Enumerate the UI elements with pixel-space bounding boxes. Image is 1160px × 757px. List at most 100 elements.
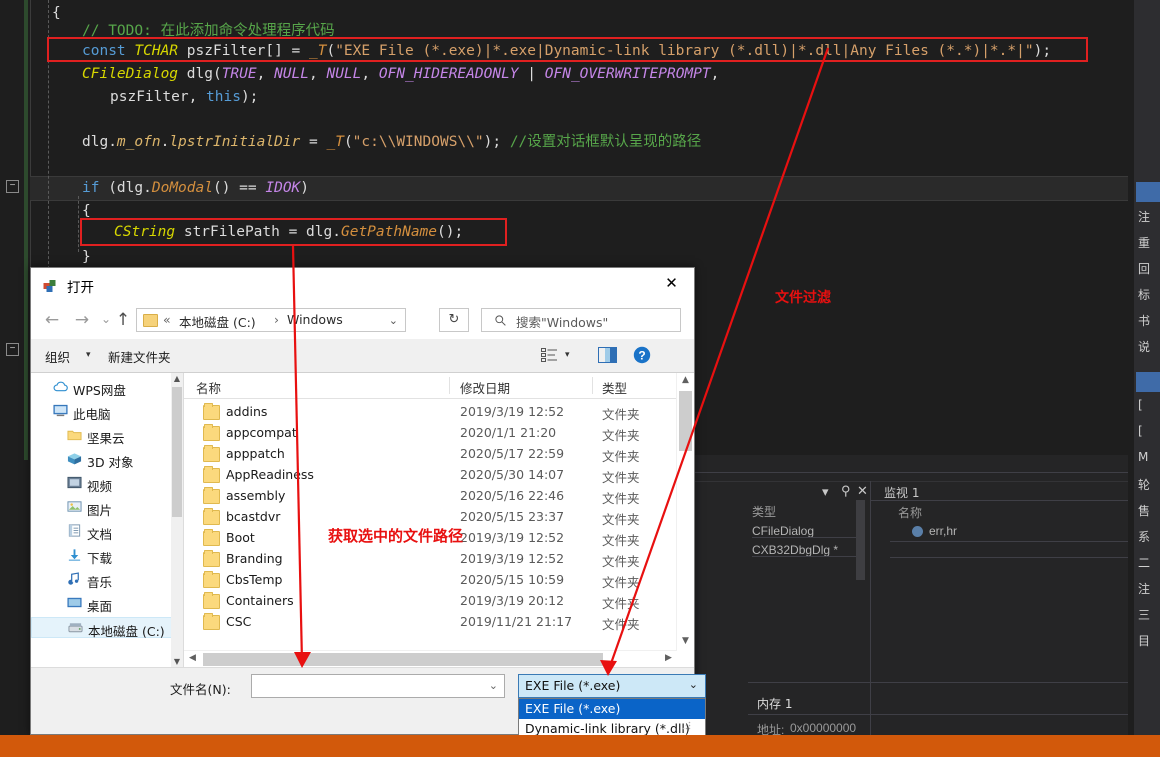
strip-section-header[interactable] <box>1136 372 1160 392</box>
strip-item[interactable]: 注 <box>1138 208 1150 225</box>
back-button[interactable]: ← <box>41 310 63 330</box>
filename-input[interactable]: ⌄ <box>251 674 505 698</box>
strip-item[interactable]: 说 <box>1138 338 1150 355</box>
sidebar-item-0[interactable]: WPS网盘 <box>31 377 183 398</box>
tab-memory-1[interactable]: 内存 1 <box>757 695 792 712</box>
right-tool-strip[interactable]: 注重回标书说[[M 轮售系二注三目 <box>1133 0 1160 757</box>
strip-item[interactable]: 标 <box>1138 286 1150 303</box>
sidebar-item-3[interactable]: 3D 对象 <box>31 449 183 470</box>
file-list[interactable]: 名称 修改日期 类型 addins 2019/3/19 12:52 文件夹 appco… <box>184 373 694 668</box>
sidebar-item-2[interactable]: 坚果云 <box>31 425 183 446</box>
chevron-down-icon[interactable]: ⌄ <box>389 314 398 327</box>
scroll-down-icon[interactable]: ▼ <box>677 634 694 651</box>
strip-item[interactable]: 书 <box>1138 312 1150 329</box>
strip-edge <box>1128 0 1134 757</box>
tab-watch-1[interactable]: 监视 1 <box>884 484 919 501</box>
strip-item[interactable]: 重 <box>1138 234 1150 251</box>
breadcrumb-drive[interactable]: 本地磁盘 (C:) <box>179 312 256 331</box>
table-row[interactable]: bcastdvr 2020/5/15 23:37 文件夹 <box>184 506 694 527</box>
new-folder-button[interactable]: 新建文件夹 <box>108 347 171 366</box>
autos-column-header: 类型 <box>752 505 777 519</box>
strip-item[interactable]: M <box>1138 450 1148 464</box>
open-file-dialog[interactable]: 打开 ✕ ← → ⌄ ↑ « 本地磁盘 (C:) › Windows ⌄ ↻ 搜… <box>30 267 706 757</box>
column-type[interactable]: 类型 <box>602 378 627 397</box>
collapse-toggle[interactable]: − <box>6 343 19 356</box>
column-date[interactable]: 修改日期 <box>460 378 510 397</box>
forward-button[interactable]: → <box>71 310 93 330</box>
up-button[interactable]: ↑ <box>112 310 134 330</box>
table-row[interactable]: assembly 2020/5/16 22:46 文件夹 <box>184 485 694 506</box>
organize-button[interactable]: 组织 <box>45 347 70 366</box>
autos-scrollbar[interactable] <box>856 500 865 580</box>
table-row[interactable]: CSC 2019/11/21 21:17 文件夹 <box>184 611 694 632</box>
table-row[interactable]: CbsTemp 2020/5/15 10:59 文件夹 <box>184 569 694 590</box>
taskbar[interactable] <box>0 735 1160 757</box>
panel-divider <box>870 481 871 757</box>
pin-icon[interactable]: ⚲ <box>841 483 851 499</box>
strip-item[interactable]: 售 <box>1138 502 1150 519</box>
file-date: 2019/3/19 12:52 <box>460 551 565 566</box>
autos-row[interactable]: CFileDialog <box>752 524 814 538</box>
table-row[interactable]: addins 2019/3/19 12:52 文件夹 <box>184 401 694 422</box>
sidebar-item-6[interactable]: 文档 <box>31 521 183 542</box>
column-divider[interactable] <box>592 377 593 394</box>
strip-item[interactable]: [ <box>1138 398 1143 412</box>
collapse-toggle[interactable]: − <box>6 180 19 193</box>
scroll-left-icon[interactable]: ◀ <box>184 651 201 668</box>
table-row[interactable]: apppatch 2020/5/17 22:59 文件夹 <box>184 443 694 464</box>
table-row[interactable]: Branding 2019/3/19 12:52 文件夹 <box>184 548 694 569</box>
preview-pane-icon[interactable] <box>598 347 617 363</box>
nav-scroll-thumb[interactable] <box>172 387 182 517</box>
close-icon[interactable]: ✕ <box>857 483 868 499</box>
chevron-down-icon[interactable]: ▾ <box>86 350 91 360</box>
scroll-up-icon[interactable]: ▲ <box>171 373 183 385</box>
sidebar-item-1[interactable]: 此电脑 <box>31 401 183 422</box>
strip-item[interactable]: [ <box>1138 424 1143 438</box>
table-row[interactable]: Containers 2019/3/19 20:12 文件夹 <box>184 590 694 611</box>
column-name[interactable]: 名称 <box>196 378 221 397</box>
strip-item[interactable]: 注 <box>1138 580 1150 597</box>
chevron-down-icon[interactable]: ▾ <box>565 350 570 360</box>
chevron-down-icon[interactable]: ⌄ <box>489 679 498 692</box>
breadcrumb-folder[interactable]: Windows <box>287 312 343 327</box>
sidebar-item-5[interactable]: 图片 <box>31 497 183 518</box>
sidebar-item-10[interactable]: 本地磁盘 (C:) <box>31 617 183 639</box>
list-horizontal-scrollbar[interactable]: ◀ ▶ <box>184 650 677 668</box>
close-icon[interactable]: ✕ <box>649 268 694 298</box>
view-layout-icon[interactable] <box>541 348 558 363</box>
help-icon[interactable]: ? <box>633 346 651 364</box>
breadcrumb[interactable]: « 本地磁盘 (C:) › Windows ⌄ <box>136 308 406 332</box>
resize-grip-icon[interactable] <box>681 721 691 731</box>
strip-item[interactable]: 系 <box>1138 528 1150 545</box>
horizontal-scroll-thumb[interactable] <box>203 653 603 666</box>
strip-item[interactable]: 二 <box>1138 554 1150 571</box>
scroll-up-icon[interactable]: ▲ <box>677 373 694 390</box>
column-divider[interactable] <box>449 377 450 394</box>
vertical-scroll-thumb[interactable] <box>679 391 692 451</box>
strip-item[interactable]: 轮 <box>1138 476 1150 493</box>
watch-row[interactable]: err,hr <box>929 524 957 538</box>
chevron-down-icon[interactable]: ⌄ <box>689 678 698 691</box>
filetype-combobox[interactable]: EXE File (*.exe) ⌄ <box>518 674 706 698</box>
list-vertical-scrollbar[interactable]: ▲ ▼ <box>676 373 694 651</box>
sidebar-item-4[interactable]: 视频 <box>31 473 183 494</box>
strip-item[interactable]: 目 <box>1138 632 1150 649</box>
scroll-right-icon[interactable]: ▶ <box>660 651 677 668</box>
refresh-button[interactable]: ↻ <box>439 308 469 332</box>
dropdown-option[interactable]: EXE File (*.exe) <box>519 699 705 719</box>
table-row[interactable]: AppReadiness 2020/5/30 14:07 文件夹 <box>184 464 694 485</box>
breadcrumb-arrow[interactable]: › <box>274 312 279 327</box>
chevron-down-icon[interactable]: ▾ <box>822 484 829 500</box>
autos-row[interactable]: CXB32DbgDlg * <box>752 543 838 557</box>
strip-section-header[interactable] <box>1136 182 1160 202</box>
dialog-titlebar[interactable]: 打开 ✕ <box>31 268 694 301</box>
navigation-pane[interactable]: WPS网盘此电脑坚果云 3D 对象视频图片文档下载音乐桌面本地磁盘 (C:) <box>31 373 183 668</box>
search-input[interactable]: 搜索"Windows" <box>481 308 681 332</box>
sidebar-item-9[interactable]: 桌面 <box>31 593 183 614</box>
strip-item[interactable]: 三 <box>1138 606 1150 623</box>
sidebar-item-8[interactable]: 音乐 <box>31 569 183 590</box>
sidebar-item-7[interactable]: 下载 <box>31 545 183 566</box>
table-row[interactable]: appcompat 2020/1/1 21:20 文件夹 <box>184 422 694 443</box>
strip-item[interactable]: 回 <box>1138 260 1150 277</box>
memory-address-input[interactable]: 0x00000000 <box>790 721 856 735</box>
